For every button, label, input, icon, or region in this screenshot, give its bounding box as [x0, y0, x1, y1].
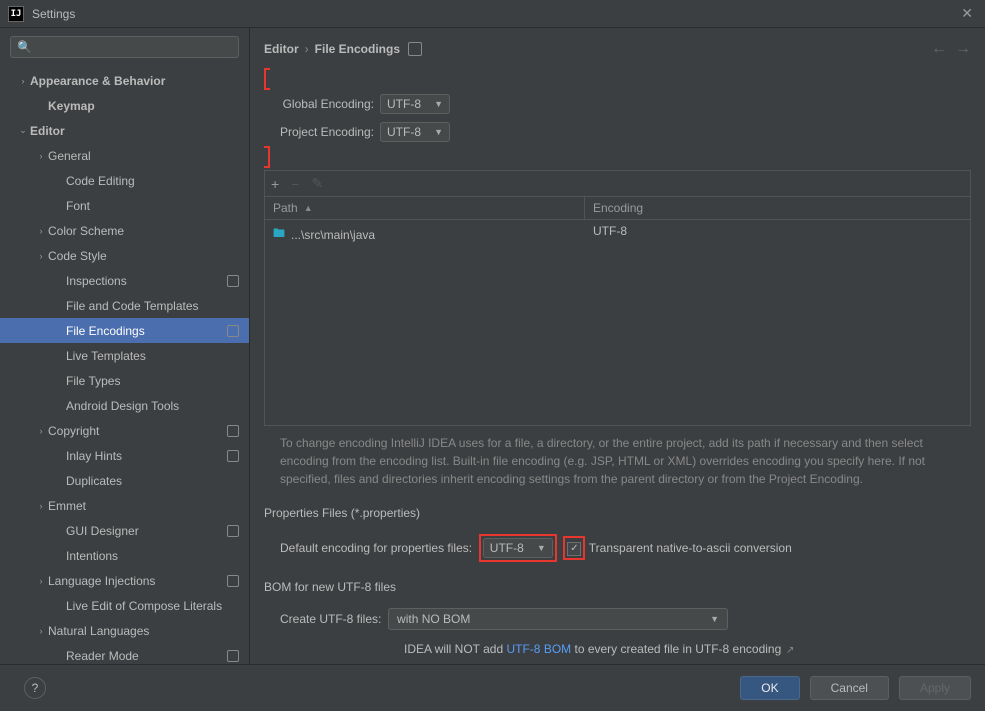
remove-icon[interactable]: −	[291, 176, 299, 192]
chevron-right-icon: ›	[16, 74, 30, 88]
chevron-right-icon: ›	[34, 624, 48, 638]
tree-item-reader-mode[interactable]: Reader Mode	[0, 643, 249, 664]
search-field[interactable]	[36, 40, 232, 54]
add-icon[interactable]: +	[271, 176, 279, 192]
bom-section-title: BOM for new UTF-8 files	[264, 580, 971, 594]
highlight-box: ✓	[563, 536, 585, 560]
tree-item-file-templates[interactable]: File and Code Templates	[0, 293, 249, 318]
chevron-right-icon: ›	[34, 424, 48, 438]
tree-item-appearance[interactable]: ›Appearance & Behavior	[0, 68, 249, 93]
dialog-footer: ? OK Cancel Apply	[0, 664, 985, 710]
project-encoding-combo[interactable]: UTF-8 ▼	[380, 122, 450, 142]
tree-item-lang-injections[interactable]: ›Language Injections	[0, 568, 249, 593]
global-encoding-label: Global Encoding:	[264, 97, 374, 111]
tree-item-live-edit[interactable]: Live Edit of Compose Literals	[0, 593, 249, 618]
cell-encoding: UTF-8	[593, 224, 962, 245]
chevron-down-icon: ▼	[434, 127, 443, 137]
tree-item-file-types[interactable]: File Types	[0, 368, 249, 393]
intellij-icon: IJ	[8, 6, 24, 22]
chevron-right-icon: ›	[34, 149, 48, 163]
scope-badge-icon	[227, 325, 239, 337]
global-encoding-combo[interactable]: UTF-8 ▼	[380, 94, 450, 114]
tree-item-copyright[interactable]: ›Copyright	[0, 418, 249, 443]
breadcrumb-seg1: Editor	[264, 42, 299, 56]
create-utf8-combo[interactable]: with NO BOM ▼	[388, 608, 728, 630]
props-default-label: Default encoding for properties files:	[280, 541, 472, 555]
scope-badge-icon	[227, 450, 239, 462]
titlebar: IJ Settings ✕	[0, 0, 985, 28]
ok-button[interactable]: OK	[740, 676, 799, 700]
chevron-down-icon: ⌄	[16, 124, 30, 138]
bom-note-prefix: IDEA will NOT add	[404, 642, 506, 656]
tree-item-editor[interactable]: ⌄Editor	[0, 118, 249, 143]
highlight-box: UTF-8 ▼	[479, 534, 557, 562]
tree-item-code-editing[interactable]: Code Editing	[0, 168, 249, 193]
cancel-button[interactable]: Cancel	[810, 676, 889, 700]
bom-note-suffix: to every created file in UTF-8 encoding	[571, 642, 781, 656]
scope-badge-icon	[408, 42, 422, 56]
scope-badge-icon	[227, 650, 239, 662]
chevron-right-icon: ›	[34, 499, 48, 513]
highlight-box: Global Encoding: UTF-8 ▼ Project Encodin…	[264, 68, 971, 168]
tree-item-emmet[interactable]: ›Emmet	[0, 493, 249, 518]
nav-back-button[interactable]: ←	[931, 40, 947, 58]
external-link-icon: ↗	[783, 645, 794, 656]
nav-forward-button[interactable]: →	[955, 40, 971, 58]
scope-badge-icon	[227, 425, 239, 437]
chevron-down-icon: ▼	[434, 99, 443, 109]
props-default-combo[interactable]: UTF-8 ▼	[483, 538, 553, 558]
chevron-down-icon: ▼	[710, 614, 719, 624]
transparent-checkbox[interactable]: ✓	[567, 542, 581, 556]
project-encoding-label: Project Encoding:	[264, 125, 374, 139]
tree-item-gui-designer[interactable]: GUI Designer	[0, 518, 249, 543]
search-icon: 🔍	[17, 40, 32, 54]
tree-item-color-scheme[interactable]: ›Color Scheme	[0, 218, 249, 243]
utf8-bom-link[interactable]: UTF-8 BOM	[506, 642, 571, 656]
tree-item-inspections[interactable]: Inspections	[0, 268, 249, 293]
tree-item-intentions[interactable]: Intentions	[0, 543, 249, 568]
properties-section-title: Properties Files (*.properties)	[264, 506, 971, 520]
scope-badge-icon	[227, 275, 239, 287]
tree-item-natural-languages[interactable]: ›Natural Languages	[0, 618, 249, 643]
apply-button[interactable]: Apply	[899, 676, 971, 700]
cell-path: ...\src\main\java	[291, 228, 375, 242]
edit-icon[interactable]: ✎	[311, 175, 323, 192]
tree-item-duplicates[interactable]: Duplicates	[0, 468, 249, 493]
main-panel: Editor › File Encodings ← → Global Encod…	[250, 28, 985, 664]
tree-item-android-tools[interactable]: Android Design Tools	[0, 393, 249, 418]
col-header-encoding[interactable]: Encoding	[585, 197, 970, 219]
tree-item-file-encodings[interactable]: File Encodings	[0, 318, 249, 343]
scope-badge-icon	[227, 525, 239, 537]
encodings-table: Path ▲ Encoding 🖿 ...\src\main\java UTF-…	[264, 196, 971, 426]
transparent-label: Transparent native-to-ascii conversion	[589, 541, 792, 555]
col-header-path[interactable]: Path ▲	[265, 197, 585, 219]
tree-item-live-templates[interactable]: Live Templates	[0, 343, 249, 368]
chevron-right-icon: ›	[34, 224, 48, 238]
tree-item-inlay-hints[interactable]: Inlay Hints	[0, 443, 249, 468]
search-input[interactable]: 🔍	[10, 36, 239, 58]
table-row[interactable]: 🖿 ...\src\main\java UTF-8	[265, 220, 970, 249]
settings-tree: ›Appearance & Behavior Keymap ⌄Editor ›G…	[0, 66, 249, 664]
chevron-right-icon: ›	[34, 574, 48, 588]
tree-item-font[interactable]: Font	[0, 193, 249, 218]
sort-asc-icon: ▲	[304, 203, 313, 213]
hint-text: To change encoding IntelliJ IDEA uses fo…	[264, 426, 971, 496]
folder-icon: 🖿	[273, 224, 285, 245]
chevron-right-icon: ›	[305, 42, 309, 56]
breadcrumb-seg2: File Encodings	[315, 42, 400, 56]
chevron-right-icon: ›	[34, 249, 48, 263]
breadcrumb: Editor › File Encodings ← →	[264, 34, 971, 64]
settings-sidebar: 🔍 ›Appearance & Behavior Keymap ⌄Editor …	[0, 28, 250, 664]
chevron-down-icon: ▼	[537, 543, 546, 553]
tree-item-keymap[interactable]: Keymap	[0, 93, 249, 118]
scope-badge-icon	[227, 575, 239, 587]
help-button[interactable]: ?	[24, 677, 46, 699]
create-utf8-label: Create UTF-8 files:	[280, 612, 381, 626]
tree-item-code-style[interactable]: ›Code Style	[0, 243, 249, 268]
close-icon[interactable]: ✕	[957, 5, 977, 22]
table-toolbar: + − ✎	[264, 170, 971, 196]
window-title: Settings	[32, 7, 957, 21]
tree-item-general[interactable]: ›General	[0, 143, 249, 168]
